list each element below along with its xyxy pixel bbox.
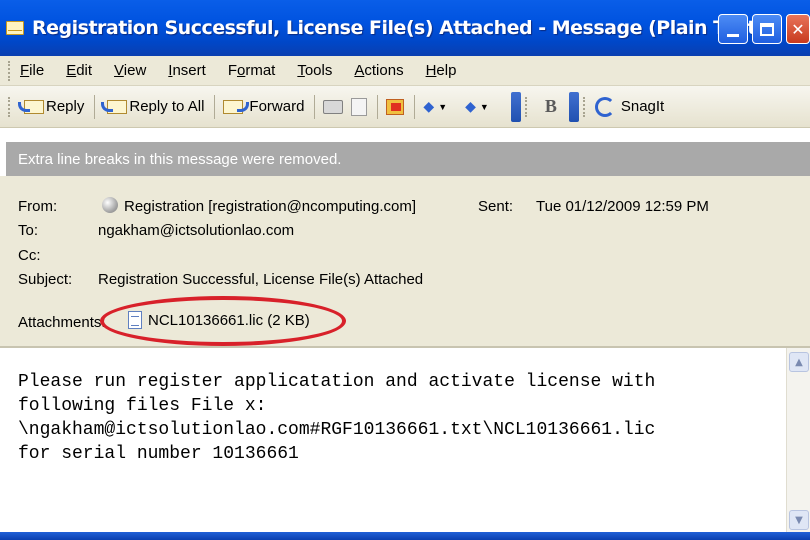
vertical-scrollbar[interactable]: ▲ ▼ xyxy=(786,348,810,534)
follow-up-button[interactable] xyxy=(386,98,405,115)
print-button[interactable] xyxy=(323,99,344,114)
toolbar-grip-handle[interactable] xyxy=(524,96,529,117)
toolbar-overflow-handle[interactable] xyxy=(568,91,579,122)
scroll-up-button[interactable]: ▲ xyxy=(789,352,809,372)
up-arrow-icon: ◆ xyxy=(423,98,435,114)
menu-file[interactable]: File xyxy=(20,62,44,79)
message-body-text: Please run register applicatation and ac… xyxy=(18,372,656,464)
bold-button[interactable]: B xyxy=(545,96,557,117)
menu-view[interactable]: View xyxy=(114,62,146,79)
toolbar-grip-handle[interactable] xyxy=(8,96,12,117)
message-body[interactable]: Please run register applicatation and ac… xyxy=(0,346,810,534)
subject-label: Subject: xyxy=(18,271,73,288)
subject-value: Registration Successful, License File(s)… xyxy=(98,271,424,288)
flag-icon xyxy=(386,98,405,115)
toolbar-grip-handle[interactable] xyxy=(582,96,587,117)
reply-icon xyxy=(18,98,44,116)
info-bar-text: Extra line breaks in this message were r… xyxy=(18,150,342,168)
toolbar-separator xyxy=(94,94,96,119)
snagit-icon xyxy=(594,96,615,117)
next-item-button[interactable]: ◆ ▼ xyxy=(465,98,499,115)
down-arrow-icon: ◆ xyxy=(465,98,476,114)
chevron-up-icon: ▲ xyxy=(795,356,803,368)
from-field[interactable]: Registration [registration@ncomputing.co… xyxy=(102,197,416,215)
toolbar-overflow-handle[interactable] xyxy=(510,91,521,122)
close-button[interactable]: ✕ xyxy=(786,14,810,44)
maximize-button[interactable] xyxy=(752,14,782,44)
reply-button[interactable]: Reply xyxy=(18,98,84,116)
menu-help[interactable]: Help xyxy=(426,62,457,79)
toolbar-separator xyxy=(314,94,316,119)
reply-all-icon xyxy=(101,98,128,116)
maximize-icon xyxy=(760,22,774,36)
cc-label: Cc: xyxy=(18,247,41,264)
window-controls: ✕ xyxy=(714,14,810,44)
toolbar-separator xyxy=(214,94,216,119)
chevron-down-icon: ▼ xyxy=(795,514,803,526)
chevron-down-icon: ▼ xyxy=(438,101,448,112)
from-label: From: xyxy=(18,198,58,215)
to-label: To: xyxy=(18,222,39,239)
menu-tools[interactable]: Tools xyxy=(297,62,332,79)
copy-button[interactable] xyxy=(351,97,368,116)
reply-all-button[interactable]: Reply to All xyxy=(101,98,204,116)
window-bottom-border xyxy=(0,532,810,540)
title-bar[interactable]: Registration Successful, License File(s)… xyxy=(0,0,810,56)
standard-toolbar: Reply Reply to All Forward ◆ ▼ ◆ ▼ B SnagI… xyxy=(0,86,810,128)
printer-icon xyxy=(323,99,344,114)
minimize-icon xyxy=(727,33,739,37)
menu-bar: File Edit View Insert Format Tools Actio… xyxy=(0,56,810,86)
forward-icon xyxy=(223,98,250,116)
toolbar-separator xyxy=(377,94,379,119)
menu-insert[interactable]: Insert xyxy=(168,62,206,79)
sent-value: Tue 01/12/2009 12:59 PM xyxy=(536,198,709,215)
attachments-label: Attachments: xyxy=(18,314,106,331)
snagit-button[interactable]: SnagIt xyxy=(594,96,664,117)
presence-icon xyxy=(102,197,118,214)
scroll-down-button[interactable]: ▼ xyxy=(789,510,809,530)
highlight-annotation xyxy=(100,296,346,346)
message-header: From: Registration [registration@ncomput… xyxy=(0,176,810,346)
copy-icon xyxy=(351,97,368,116)
menu-edit[interactable]: Edit xyxy=(66,62,92,79)
menu-grip-handle[interactable] xyxy=(8,60,12,81)
menu-format[interactable]: Format xyxy=(228,62,276,79)
chevron-down-icon: ▼ xyxy=(479,101,489,112)
minimize-button[interactable] xyxy=(718,14,748,44)
to-field[interactable]: ngakham@ictsolutionlao.com xyxy=(98,222,294,239)
info-bar[interactable]: Extra line breaks in this message were r… xyxy=(6,142,810,176)
forward-button[interactable]: Forward xyxy=(223,98,304,116)
message-envelope-icon xyxy=(6,21,24,35)
toolbar-separator xyxy=(414,94,416,119)
menu-actions[interactable]: Actions xyxy=(354,62,403,79)
close-icon: ✕ xyxy=(791,19,805,39)
window-title: Registration Successful, License File(s)… xyxy=(32,17,765,39)
previous-item-button[interactable]: ◆ ▼ xyxy=(423,98,457,115)
sent-label: Sent: xyxy=(478,198,514,215)
